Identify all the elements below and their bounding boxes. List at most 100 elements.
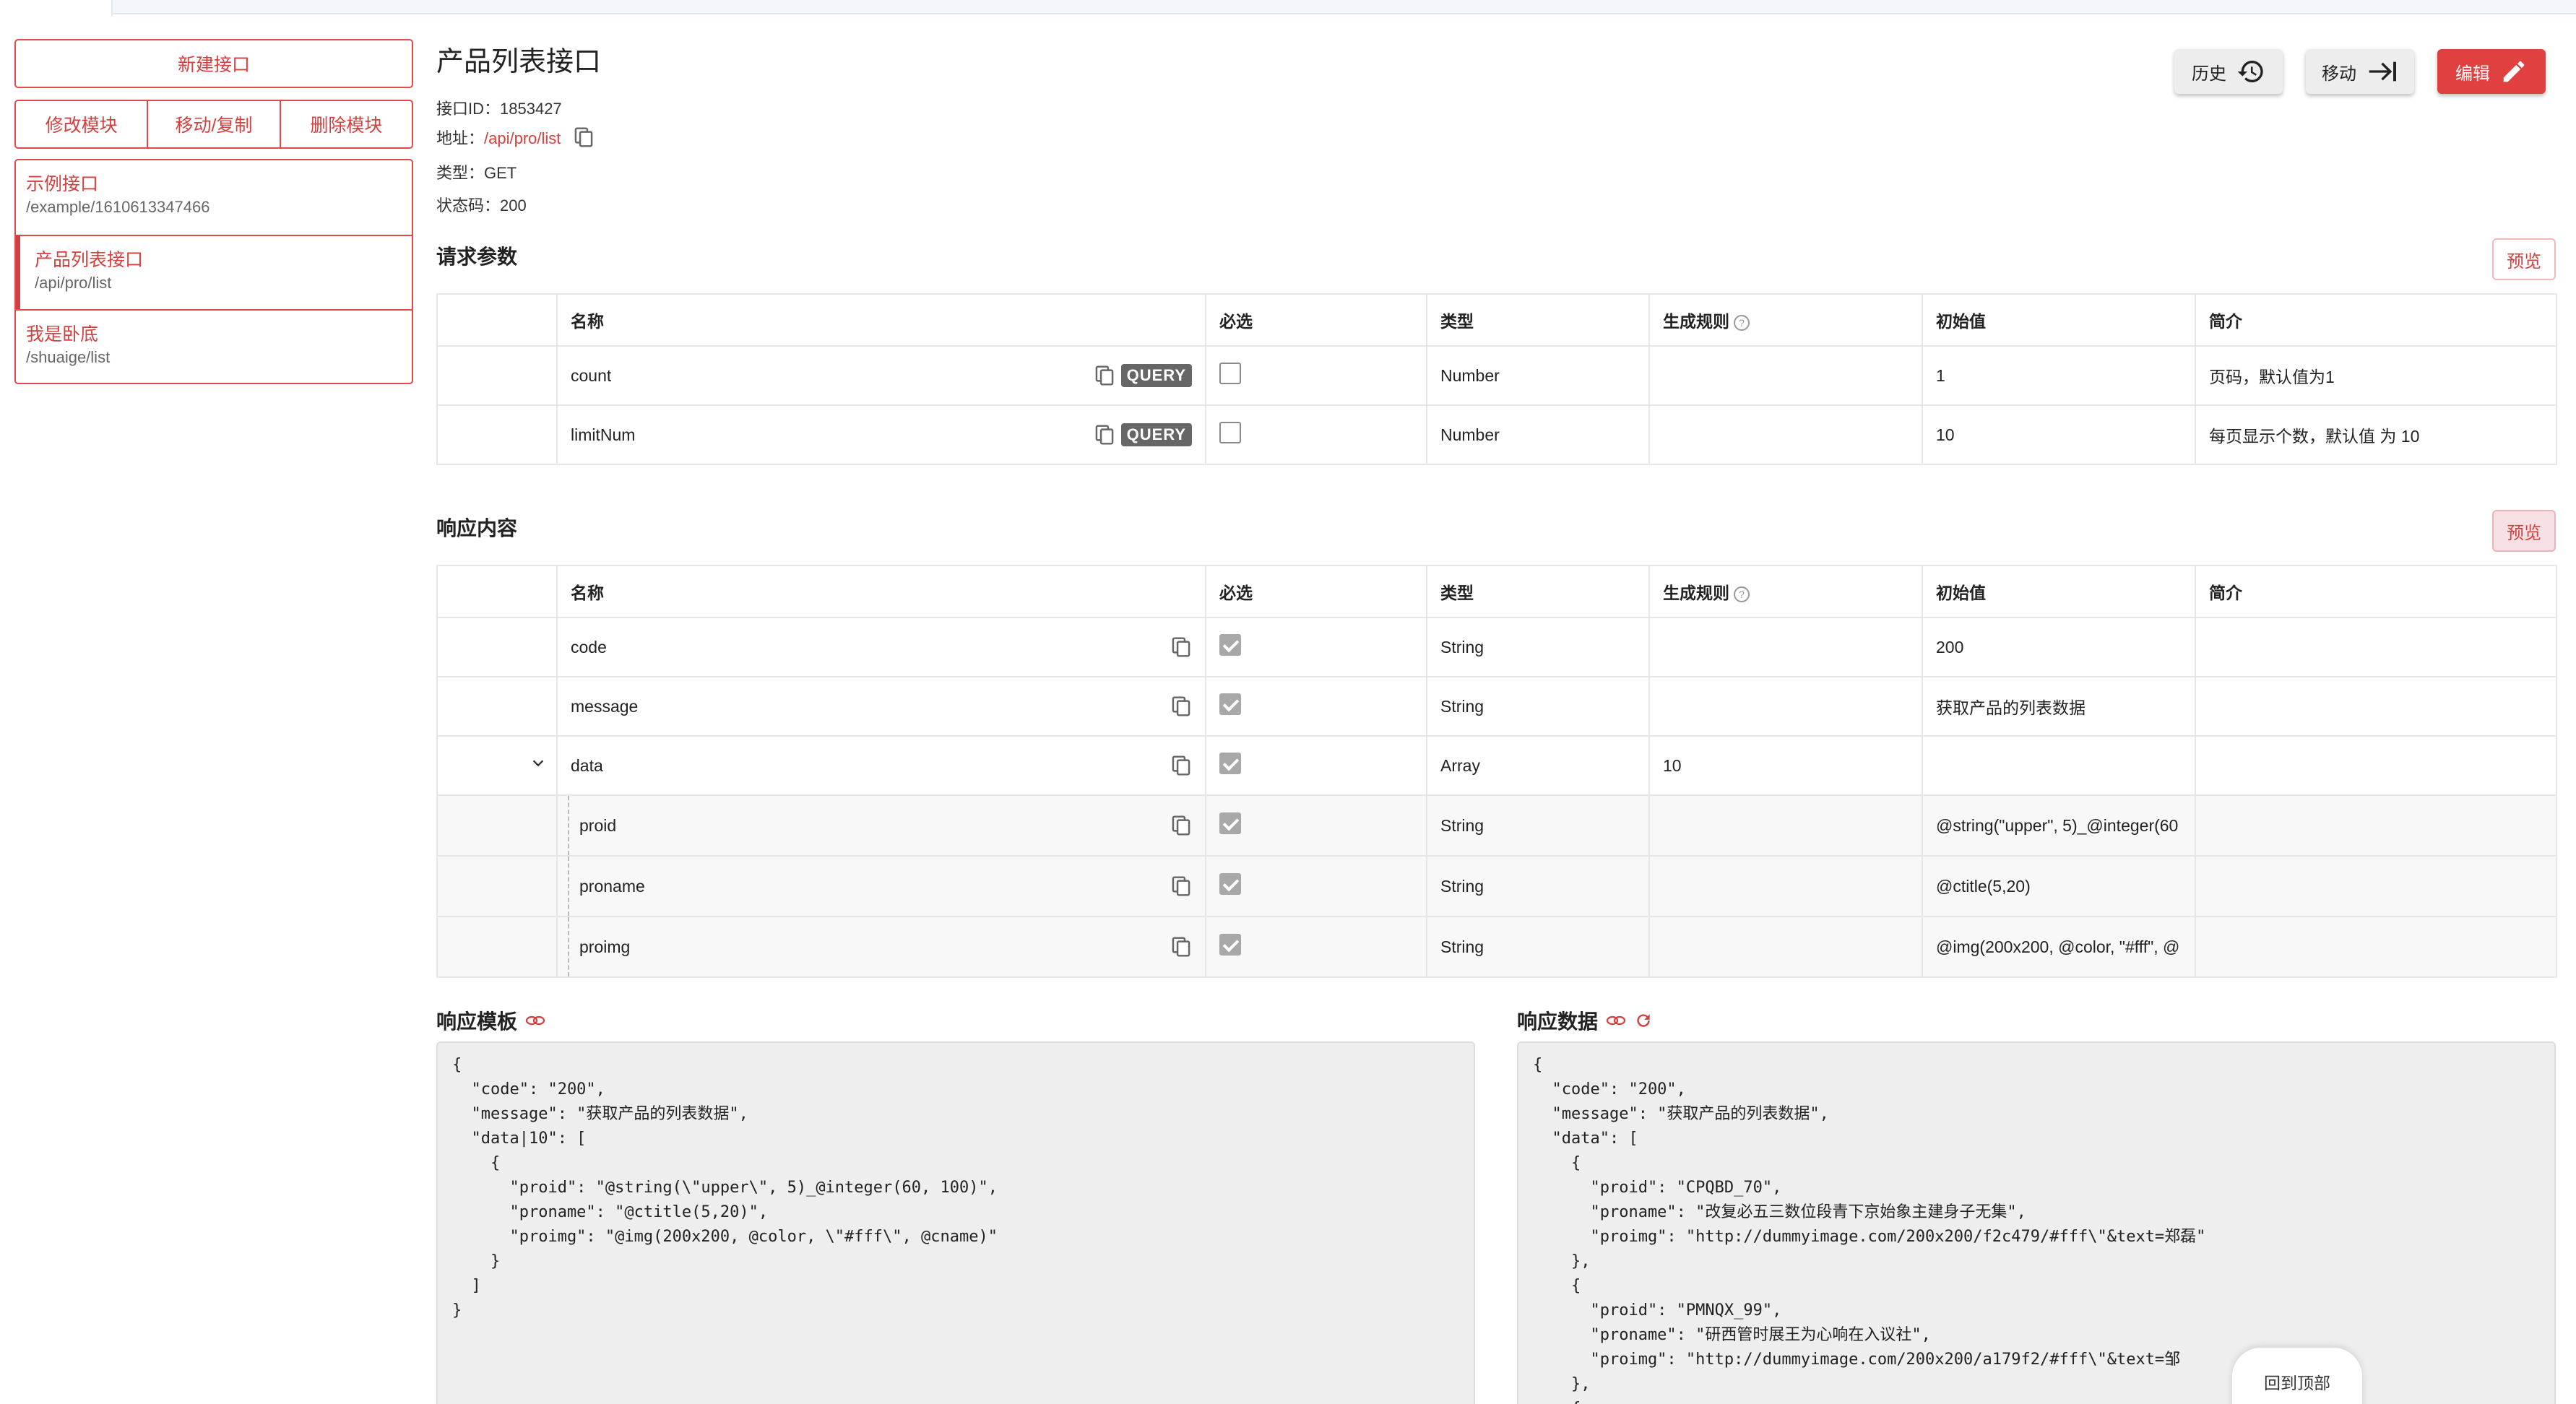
link-icon[interactable]: [1605, 1012, 1627, 1029]
table-row: message String 获取产品的列表数据: [436, 676, 2557, 737]
expand-cell: [436, 916, 558, 978]
request-preview-button[interactable]: 预览: [2492, 238, 2556, 280]
col-header-desc: 简介: [2195, 293, 2557, 347]
copy-icon[interactable]: [1094, 423, 1115, 446]
interface-item-path: /example/1610613347466: [26, 198, 210, 216]
col-header-rule: 生成规则?: [1648, 565, 1923, 618]
initial-cell: @string("upper", 5)_@integer(60: [1922, 794, 2196, 857]
table-row: limitNum QUERY Number 10 每页显示个数，默认值 为 10: [436, 404, 2557, 465]
interface-item-example[interactable]: 示例接口 /example/1610613347466: [16, 160, 412, 235]
table-row: code String 200: [436, 617, 2557, 677]
query-badge: QUERY: [1120, 364, 1192, 387]
edit-label: 编辑: [2455, 64, 2490, 84]
initial-cell: 10: [1922, 404, 2196, 465]
help-icon[interactable]: ?: [1734, 586, 1750, 602]
chevron-down-icon[interactable]: [530, 755, 546, 771]
desc-cell: [2195, 794, 2557, 857]
table-row: proname String @ctitle(5,20): [436, 855, 2557, 917]
rule-cell: [1648, 794, 1923, 857]
interface-item-undercover[interactable]: 我是卧底 /shuaige/list: [16, 309, 412, 383]
id-label: 接口ID：: [436, 100, 501, 118]
required-checkbox[interactable]: [1219, 873, 1241, 895]
expand-col-header: [436, 565, 558, 618]
desc-cell: 页码，默认值为1: [2195, 345, 2557, 406]
name-cell: proname: [556, 855, 1206, 917]
copy-icon[interactable]: [1094, 364, 1115, 387]
response-data-code[interactable]: { "code": "200", "message": "获取产品的列表数据",…: [1517, 1041, 2556, 1404]
name-cell: message: [556, 676, 1206, 737]
table-header-row: 名称 必选 类型 生成规则? 初始值 简介: [436, 565, 2557, 618]
name-cell: code: [556, 617, 1206, 677]
required-checkbox[interactable]: [1219, 934, 1241, 956]
interface-item-path: /api/pro/list: [35, 274, 112, 292]
expand-cell: [436, 735, 558, 796]
type-cell: String: [1426, 855, 1650, 917]
addr-value[interactable]: /api/pro/list: [484, 129, 561, 147]
name-cell: proimg: [556, 916, 1206, 978]
required-cell: [1205, 404, 1427, 465]
copy-icon[interactable]: [1170, 695, 1192, 718]
copy-icon[interactable]: [1170, 754, 1192, 777]
required-checkbox[interactable]: [1219, 812, 1241, 834]
copy-icon[interactable]: [1170, 935, 1192, 958]
status-value: 200: [500, 196, 527, 214]
move-button[interactable]: 移动: [2306, 49, 2414, 94]
name-cell: limitNum QUERY: [556, 404, 1206, 465]
expand-cell: [436, 794, 558, 857]
col-header-initial: 初始值: [1922, 293, 2196, 347]
copy-icon[interactable]: [1170, 636, 1192, 659]
refresh-icon[interactable]: [1634, 1011, 1653, 1030]
active-tab[interactable]: [0, 0, 113, 16]
edit-button[interactable]: 编辑: [2437, 49, 2546, 94]
page-title: 产品列表接口: [436, 47, 602, 77]
new-interface-button[interactable]: 新建接口: [14, 39, 413, 88]
required-cell: [1205, 735, 1427, 796]
interface-item-product-list[interactable]: 产品列表接口 /api/pro/list: [16, 235, 412, 309]
data-title-text: 响应数据: [1517, 1010, 1599, 1033]
rule-cell: [1648, 676, 1923, 737]
rule-cell: [1648, 617, 1923, 677]
field-name: data: [571, 755, 603, 775]
required-checkbox[interactable]: [1219, 634, 1241, 656]
link-icon[interactable]: [524, 1012, 546, 1029]
rule-cell: 10: [1648, 735, 1923, 796]
copy-icon[interactable]: [573, 126, 595, 153]
required-checkbox[interactable]: [1219, 422, 1241, 443]
table-row: data Array 10: [436, 735, 2557, 796]
response-preview-button[interactable]: 预览: [2492, 510, 2556, 552]
interface-address: 地址：/api/pro/list: [436, 126, 595, 153]
template-title-text: 响应模板: [436, 1010, 518, 1033]
rule-label: 生成规则: [1663, 584, 1729, 602]
required-checkbox[interactable]: [1219, 753, 1241, 774]
copy-icon[interactable]: [1170, 875, 1192, 898]
response-content-title: 响应内容: [436, 517, 518, 540]
move-copy-button[interactable]: 移动/复制: [147, 101, 279, 147]
rule-cell: [1648, 345, 1923, 406]
help-icon[interactable]: ?: [1734, 314, 1750, 331]
back-to-top-button[interactable]: 回到顶部: [2232, 1348, 2362, 1404]
required-cell: [1205, 855, 1427, 917]
delete-module-button[interactable]: 删除模块: [279, 101, 412, 147]
interface-status: 状态码：200: [436, 193, 527, 216]
required-checkbox[interactable]: [1219, 693, 1241, 715]
desc-cell: [2195, 617, 2557, 677]
col-header-rule: 生成规则?: [1648, 293, 1923, 347]
field-name: proid: [579, 815, 617, 835]
field-name: code: [571, 637, 607, 656]
history-label: 历史: [2192, 64, 2226, 84]
required-checkbox[interactable]: [1219, 363, 1241, 384]
required-cell: [1205, 617, 1427, 677]
pencil-icon: [2503, 61, 2525, 82]
addr-label: 地址：: [436, 129, 485, 147]
param-name: count: [571, 365, 612, 385]
type-cell: String: [1426, 916, 1650, 978]
response-template-code[interactable]: { "code": "200", "message": "获取产品的列表数据",…: [436, 1041, 1475, 1404]
col-header-name: 名称: [556, 293, 1206, 347]
copy-icon[interactable]: [1170, 814, 1192, 837]
interface-item-path: /shuaige/list: [26, 348, 111, 366]
status-label: 状态码：: [436, 196, 501, 214]
desc-cell: [2195, 855, 2557, 917]
required-cell: [1205, 916, 1427, 978]
history-button[interactable]: 历史: [2174, 49, 2283, 94]
edit-module-button[interactable]: 修改模块: [16, 101, 147, 147]
